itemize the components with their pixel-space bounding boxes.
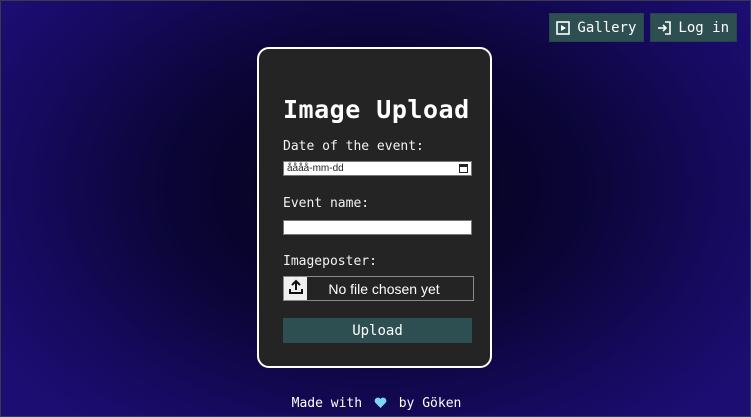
upload-card: Image Upload Date of the event: åååå-mm-… bbox=[257, 47, 492, 368]
date-placeholder: åååå-mm-dd bbox=[287, 163, 344, 174]
calendar-icon[interactable] bbox=[459, 164, 468, 173]
file-status: No file chosen yet bbox=[328, 280, 440, 297]
login-arrow-icon bbox=[657, 20, 672, 35]
event-date-field[interactable]: åååå-mm-dd bbox=[283, 161, 472, 176]
date-label: Date of the event: bbox=[283, 139, 424, 154]
imageposter-file-input[interactable]: No file chosen yet bbox=[283, 276, 474, 301]
login-label: Log in bbox=[678, 19, 729, 36]
footer-prefix: Made with bbox=[291, 396, 363, 411]
choose-file-button[interactable] bbox=[284, 277, 307, 300]
upload-button[interactable]: Upload bbox=[283, 318, 472, 343]
play-square-icon bbox=[556, 20, 571, 35]
event-name-field[interactable] bbox=[283, 220, 472, 235]
imageposter-label: Imageposter: bbox=[283, 254, 377, 269]
upload-icon bbox=[288, 279, 304, 299]
top-navigation: Gallery Log in bbox=[549, 13, 737, 42]
gallery-button[interactable]: Gallery bbox=[549, 13, 645, 42]
login-button[interactable]: Log in bbox=[650, 13, 737, 42]
heart-icon bbox=[374, 397, 387, 413]
page-title: Image Upload bbox=[283, 95, 470, 124]
footer: Made with by Göken bbox=[1, 396, 751, 413]
gallery-label: Gallery bbox=[577, 19, 637, 36]
event-name-label: Event name: bbox=[283, 196, 370, 211]
footer-suffix: by Göken bbox=[398, 396, 462, 411]
